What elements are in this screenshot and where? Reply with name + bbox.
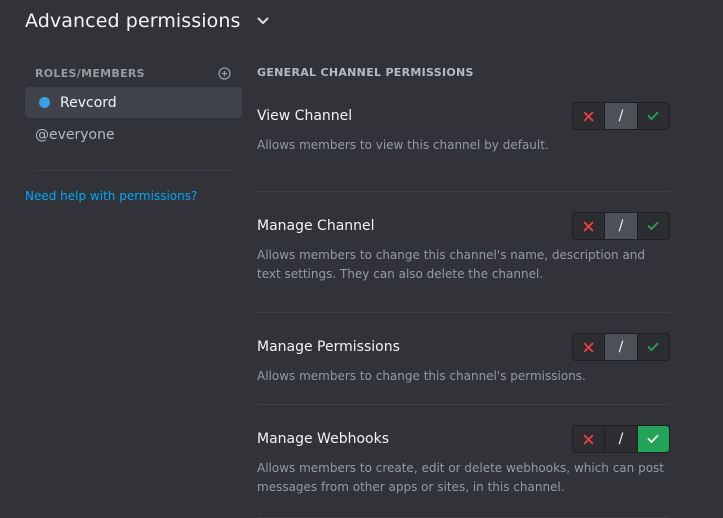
roles-section-title: ROLES/MEMBERS [35,66,145,80]
deny-button[interactable] [573,334,605,360]
roles-sidebar: ROLES/MEMBERS Revcord @everyone Need hel… [25,64,242,203]
help-permissions-link[interactable]: Need help with permissions? [25,189,242,203]
x-icon [583,111,594,121]
slash-icon: / [618,108,624,124]
deny-button[interactable] [573,213,605,239]
allow-button[interactable] [636,426,669,452]
permission-name: Manage Channel [257,218,375,234]
permission-description: Allows members to view this channel by d… [257,138,549,152]
deny-button[interactable] [573,103,605,129]
sidebar-divider [35,170,232,171]
roles-header: ROLES/MEMBERS [25,64,242,82]
permission-name: Manage Webhooks [257,431,389,447]
page-title: Advanced permissions [25,10,241,32]
x-icon [583,342,594,352]
role-item-everyone[interactable]: @everyone [25,119,242,150]
neutral-button[interactable]: / [604,426,637,452]
allow-button[interactable] [636,213,669,239]
neutral-button[interactable]: / [604,213,637,239]
check-icon [647,342,659,351]
x-icon [583,434,594,444]
permission-description: Allows members to create, edit or delete… [257,461,664,494]
role-color-dot [39,97,50,108]
permission-manage-webhooks: Manage Webhooks / Allows members to crea… [257,405,670,518]
permission-toggle: / [572,425,670,453]
permission-toggle: / [572,102,670,130]
permission-toggle: / [572,212,670,240]
slash-icon: / [618,431,624,447]
check-icon [647,111,659,120]
page-header: Advanced permissions [25,10,271,32]
check-icon [647,221,659,230]
role-label: @everyone [35,126,115,143]
permission-description: Allows members to change this channel's … [257,369,586,383]
permissions-panel: GENERAL CHANNEL PERMISSIONS View Channel… [257,64,670,518]
permission-manage-channel: Manage Channel / Allows members to chang… [257,192,670,313]
permission-name: View Channel [257,108,353,124]
allow-button[interactable] [636,334,669,360]
role-label: Revcord [60,94,117,111]
permission-view-channel: View Channel / Allows members to view th… [257,82,670,192]
permissions-section-title: GENERAL CHANNEL PERMISSIONS [257,66,474,79]
x-icon [583,221,594,231]
allow-button[interactable] [636,103,669,129]
neutral-button[interactable]: / [604,334,637,360]
permission-description: Allows members to change this channel's … [257,248,646,281]
add-role-icon[interactable] [218,66,231,80]
slash-icon: / [618,218,624,234]
slash-icon: / [618,339,624,355]
role-item-revcord[interactable]: Revcord [25,87,242,118]
permission-name: Manage Permissions [257,339,400,355]
neutral-button[interactable]: / [604,103,637,129]
permission-toggle: / [572,333,670,361]
permission-manage-permissions: Manage Permissions / Allows members to c… [257,313,670,405]
deny-button[interactable] [573,426,605,452]
check-icon [647,434,659,443]
chevron-down-icon[interactable] [255,13,271,29]
